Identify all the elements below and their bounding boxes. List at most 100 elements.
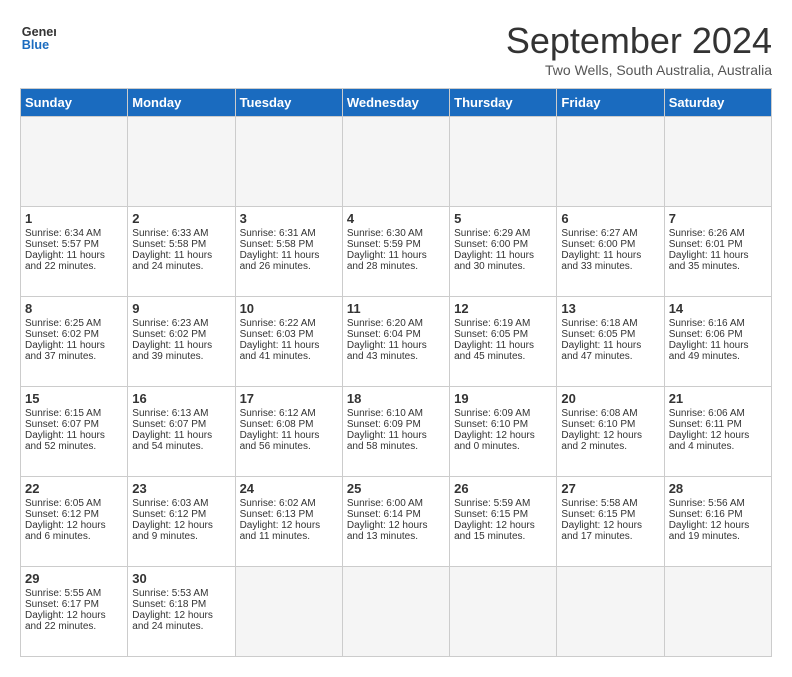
day-number: 13 — [561, 301, 659, 316]
weekday-header-tuesday: Tuesday — [235, 89, 342, 117]
day-cell-23: 23Sunrise: 6:03 AMSunset: 6:12 PMDayligh… — [128, 477, 235, 567]
day-number: 11 — [347, 301, 445, 316]
sunset-text: Sunset: 6:07 PM — [132, 419, 206, 430]
day-cell-11: 11Sunrise: 6:20 AMSunset: 6:04 PMDayligh… — [342, 297, 449, 387]
day-cell-25: 25Sunrise: 6:00 AMSunset: 6:14 PMDayligh… — [342, 477, 449, 567]
sunrise-text: Sunrise: 6:20 AM — [347, 318, 423, 329]
day-number: 2 — [132, 211, 230, 226]
logo: General Blue — [20, 20, 56, 56]
day-number: 29 — [25, 571, 123, 586]
sunrise-text: Sunrise: 6:19 AM — [454, 318, 530, 329]
day-number: 6 — [561, 211, 659, 226]
sunset-text: Sunset: 6:12 PM — [132, 509, 206, 520]
day-cell-5: 5Sunrise: 6:29 AMSunset: 6:00 PMDaylight… — [450, 207, 557, 297]
sunset-text: Sunset: 6:17 PM — [25, 599, 99, 610]
daylight-text: Daylight: 12 hours and 15 minutes. — [454, 520, 535, 542]
day-number: 18 — [347, 391, 445, 406]
day-number: 23 — [132, 481, 230, 496]
daylight-text: Daylight: 11 hours and 54 minutes. — [132, 430, 212, 452]
day-number: 14 — [669, 301, 767, 316]
daylight-text: Daylight: 12 hours and 9 minutes. — [132, 520, 213, 542]
sunset-text: Sunset: 5:58 PM — [240, 239, 314, 250]
daylight-text: Daylight: 12 hours and 0 minutes. — [454, 430, 535, 452]
weekday-header-thursday: Thursday — [450, 89, 557, 117]
sunset-text: Sunset: 5:58 PM — [132, 239, 206, 250]
daylight-text: Daylight: 12 hours and 22 minutes. — [25, 610, 106, 632]
day-cell-8: 8Sunrise: 6:25 AMSunset: 6:02 PMDaylight… — [21, 297, 128, 387]
day-cell-18: 18Sunrise: 6:10 AMSunset: 6:09 PMDayligh… — [342, 387, 449, 477]
sunset-text: Sunset: 6:00 PM — [561, 239, 635, 250]
day-number: 21 — [669, 391, 767, 406]
daylight-text: Daylight: 12 hours and 19 minutes. — [669, 520, 750, 542]
sunrise-text: Sunrise: 6:22 AM — [240, 318, 316, 329]
daylight-text: Daylight: 12 hours and 24 minutes. — [132, 610, 213, 632]
daylight-text: Daylight: 11 hours and 33 minutes. — [561, 250, 641, 272]
day-cell-empty — [450, 117, 557, 207]
week-row-4: 22Sunrise: 6:05 AMSunset: 6:12 PMDayligh… — [21, 477, 772, 567]
sunrise-text: Sunrise: 6:18 AM — [561, 318, 637, 329]
sunset-text: Sunset: 6:15 PM — [561, 509, 635, 520]
weekday-header-row: SundayMondayTuesdayWednesdayThursdayFrid… — [21, 89, 772, 117]
weekday-header-friday: Friday — [557, 89, 664, 117]
sunset-text: Sunset: 6:13 PM — [240, 509, 314, 520]
sunset-text: Sunset: 5:57 PM — [25, 239, 99, 250]
day-number: 17 — [240, 391, 338, 406]
daylight-text: Daylight: 12 hours and 2 minutes. — [561, 430, 642, 452]
day-cell-13: 13Sunrise: 6:18 AMSunset: 6:05 PMDayligh… — [557, 297, 664, 387]
daylight-text: Daylight: 11 hours and 43 minutes. — [347, 340, 427, 362]
sunset-text: Sunset: 6:01 PM — [669, 239, 743, 250]
day-cell-12: 12Sunrise: 6:19 AMSunset: 6:05 PMDayligh… — [450, 297, 557, 387]
daylight-text: Daylight: 11 hours and 58 minutes. — [347, 430, 427, 452]
day-number: 16 — [132, 391, 230, 406]
day-number: 27 — [561, 481, 659, 496]
day-cell-6: 6Sunrise: 6:27 AMSunset: 6:00 PMDaylight… — [557, 207, 664, 297]
week-row-1: 1Sunrise: 6:34 AMSunset: 5:57 PMDaylight… — [21, 207, 772, 297]
daylight-text: Daylight: 11 hours and 52 minutes. — [25, 430, 105, 452]
location-subtitle: Two Wells, South Australia, Australia — [506, 62, 772, 78]
sunset-text: Sunset: 6:09 PM — [347, 419, 421, 430]
day-number: 20 — [561, 391, 659, 406]
daylight-text: Daylight: 11 hours and 41 minutes. — [240, 340, 320, 362]
sunset-text: Sunset: 6:07 PM — [25, 419, 99, 430]
sunrise-text: Sunrise: 6:34 AM — [25, 228, 101, 239]
sunrise-text: Sunrise: 5:55 AM — [25, 588, 101, 599]
logo-icon: General Blue — [20, 20, 56, 56]
weekday-header-wednesday: Wednesday — [342, 89, 449, 117]
sunrise-text: Sunrise: 6:00 AM — [347, 498, 423, 509]
day-number: 3 — [240, 211, 338, 226]
sunrise-text: Sunrise: 6:02 AM — [240, 498, 316, 509]
day-cell-22: 22Sunrise: 6:05 AMSunset: 6:12 PMDayligh… — [21, 477, 128, 567]
day-number: 25 — [347, 481, 445, 496]
day-number: 4 — [347, 211, 445, 226]
day-cell-15: 15Sunrise: 6:15 AMSunset: 6:07 PMDayligh… — [21, 387, 128, 477]
weekday-header-monday: Monday — [128, 89, 235, 117]
daylight-text: Daylight: 11 hours and 56 minutes. — [240, 430, 320, 452]
sunset-text: Sunset: 6:18 PM — [132, 599, 206, 610]
day-number: 10 — [240, 301, 338, 316]
calendar-table: SundayMondayTuesdayWednesdayThursdayFrid… — [20, 88, 772, 657]
day-cell-3: 3Sunrise: 6:31 AMSunset: 5:58 PMDaylight… — [235, 207, 342, 297]
sunrise-text: Sunrise: 6:31 AM — [240, 228, 316, 239]
sunrise-text: Sunrise: 6:30 AM — [347, 228, 423, 239]
day-cell-28: 28Sunrise: 5:56 AMSunset: 6:16 PMDayligh… — [664, 477, 771, 567]
sunrise-text: Sunrise: 6:08 AM — [561, 408, 637, 419]
sunrise-text: Sunrise: 6:16 AM — [669, 318, 745, 329]
day-number: 22 — [25, 481, 123, 496]
day-cell-empty — [557, 117, 664, 207]
daylight-text: Daylight: 12 hours and 6 minutes. — [25, 520, 106, 542]
day-cell-9: 9Sunrise: 6:23 AMSunset: 6:02 PMDaylight… — [128, 297, 235, 387]
sunset-text: Sunset: 6:14 PM — [347, 509, 421, 520]
sunset-text: Sunset: 6:12 PM — [25, 509, 99, 520]
month-title: September 2024 — [506, 20, 772, 62]
sunset-text: Sunset: 6:03 PM — [240, 329, 314, 340]
day-number: 28 — [669, 481, 767, 496]
daylight-text: Daylight: 11 hours and 49 minutes. — [669, 340, 749, 362]
daylight-text: Daylight: 12 hours and 17 minutes. — [561, 520, 642, 542]
daylight-text: Daylight: 11 hours and 37 minutes. — [25, 340, 105, 362]
daylight-text: Daylight: 12 hours and 4 minutes. — [669, 430, 750, 452]
sunset-text: Sunset: 6:06 PM — [669, 329, 743, 340]
day-cell-16: 16Sunrise: 6:13 AMSunset: 6:07 PMDayligh… — [128, 387, 235, 477]
day-cell-empty — [342, 117, 449, 207]
sunrise-text: Sunrise: 5:53 AM — [132, 588, 208, 599]
sunrise-text: Sunrise: 6:15 AM — [25, 408, 101, 419]
